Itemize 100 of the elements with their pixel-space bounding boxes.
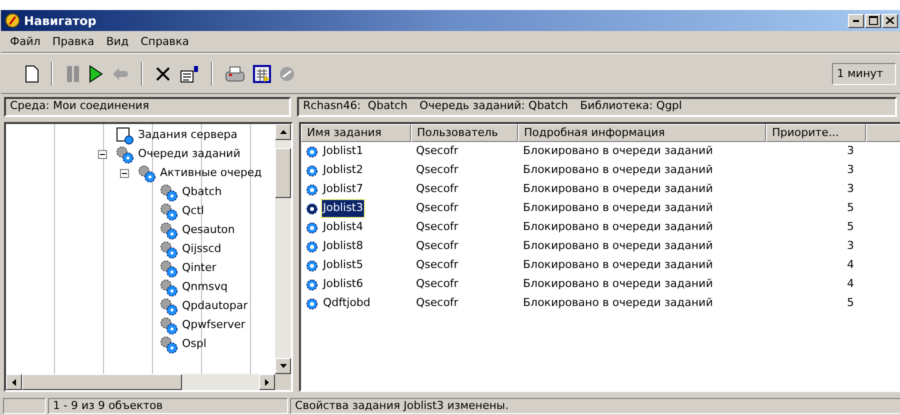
table-cell-text: Блокировано в очереди заданий [523,295,713,312]
printer-icon[interactable] [225,64,245,82]
table-cell-text: Блокировано в очереди заданий [523,200,713,216]
window-title: Навигатор [24,12,96,30]
gears-icon [160,240,178,258]
gears-icon [116,146,134,164]
calendar-icon[interactable] [253,64,271,82]
tree-item[interactable]: Ospl [182,336,206,353]
gears-icon [160,260,178,278]
table-cell-text: Блокировано в очереди заданий [523,181,713,198]
tree-item[interactable]: Qpdautopar [182,298,248,315]
status-text: Свойства задания Joblist3 изменены. [290,398,900,414]
job-icon [306,164,318,176]
tree-item[interactable]: Qbatch [182,184,222,201]
minimize-button[interactable] [848,14,864,28]
table-cell-text: Qsecofr [416,257,458,274]
tree-item[interactable]: Задания сервера [138,127,238,144]
tree-item[interactable]: Очереди заданий [138,146,240,163]
table-cell-text: Блокировано в очереди заданий [523,276,713,292]
table-cell[interactable]: Joblist7 [322,181,364,198]
table-cell-text: Блокировано в очереди заданий [523,219,713,236]
play-icon[interactable] [89,64,103,82]
table-cell[interactable]: Joblist5 [322,257,364,274]
job-icon [306,222,318,234]
scrollbar-thumb[interactable] [275,148,291,198]
tree-item[interactable]: Активные очеред [160,165,262,182]
status-text: 1 - 9 из 9 объектов [48,398,288,414]
table-cell-text: 4 [847,276,854,292]
refresh-interval-field[interactable]: 1 минут [832,62,896,84]
table-cell-text: 5 [847,295,854,312]
tree-item[interactable]: Qpwfserver [182,317,246,334]
table-cell[interactable]: Joblist2 [322,162,364,179]
column-header[interactable]: Подробная информация [518,124,766,142]
table-cell[interactable]: Joblist8 [322,238,364,255]
server-jobs-icon [116,126,134,144]
tree-item[interactable]: Qijsscd [182,241,222,258]
column-header[interactable]: Пользователь [411,124,518,142]
table-cell-text: 5 [847,219,854,236]
collapse-toggle[interactable] [120,169,129,178]
table-cell[interactable]: Joblist6 [322,276,364,293]
gears-icon [160,278,178,296]
gears-icon [138,164,156,182]
table-cell-text: Qsecofr [416,162,458,178]
table-cell-text: Qsecofr [416,295,458,312]
table-cell-text: 3 [847,143,854,160]
table-cell-text: 3 [847,162,854,178]
table-cell-text: Блокировано в очереди заданий [523,257,713,274]
job-icon [306,240,318,252]
scroll-right-icon [265,378,269,386]
minimize-icon [853,20,859,22]
table-cell[interactable]: Joblist4 [322,219,364,236]
properties-icon[interactable] [179,64,199,82]
queue-info-text: Библиотека: Qgpl [580,98,682,114]
app-logo-icon [5,13,20,28]
job-icon [306,298,318,310]
job-icon [306,146,318,158]
document-icon[interactable] [25,64,39,82]
status-pane [3,398,46,414]
job-icon [306,278,318,290]
column-header[interactable]: Имя задания [301,124,411,142]
table-cell[interactable]: Joblist1 [322,143,364,160]
table-cell-text: Qsecofr [416,143,458,160]
table-cell-text: 5 [847,200,854,216]
tree-item[interactable]: Qinter [182,260,216,277]
gears-icon [160,202,178,220]
column-header[interactable]: Приорите... [766,124,866,142]
gears-icon [160,336,178,354]
table-cell-text: Блокировано в очереди заданий [523,162,713,178]
menu-item[interactable]: Файл [7,34,44,51]
table-cell[interactable]: Joblist3 [322,200,364,217]
queue-info-text: Очередь заданий: Qbatch [420,98,568,114]
table-cell-text: Блокировано в очереди заданий [523,143,713,160]
collapse-toggle[interactable] [98,150,107,159]
environment-header: Среда: Мои соединения [4,96,291,116]
job-icon [306,202,318,214]
close-button[interactable] [882,14,898,28]
job-icon [306,184,318,196]
gears-icon [160,222,178,240]
gears-icon [160,298,178,316]
table-cell-text: 3 [847,181,854,198]
tree-item[interactable]: Qnmsvq [182,279,228,296]
vertical-scrollbar[interactable] [275,124,291,374]
scroll-down-icon [280,364,286,368]
table-cell[interactable]: Qdftjobd [322,295,372,312]
menu-item[interactable]: Вид [103,34,132,51]
scroll-up-icon [280,130,286,134]
tree-item[interactable]: Qesauton [182,222,235,239]
menu-item[interactable]: Правка [49,34,98,51]
delete-icon[interactable] [155,66,171,82]
horizontal-scrollbar[interactable] [6,374,291,390]
table-cell-text: Qsecofr [416,200,458,216]
table-cell-text: Qsecofr [416,181,458,198]
maximize-button[interactable] [865,14,881,28]
close-icon [886,17,894,24]
scroll-left-icon [12,378,16,386]
menu-item[interactable]: Справка [138,34,192,51]
scrollbar-corner [275,374,291,390]
queue-info-text: Rchasn46: Qbatch [303,98,408,114]
tree-item[interactable]: Qctl [182,203,204,220]
gears-icon [160,316,178,334]
